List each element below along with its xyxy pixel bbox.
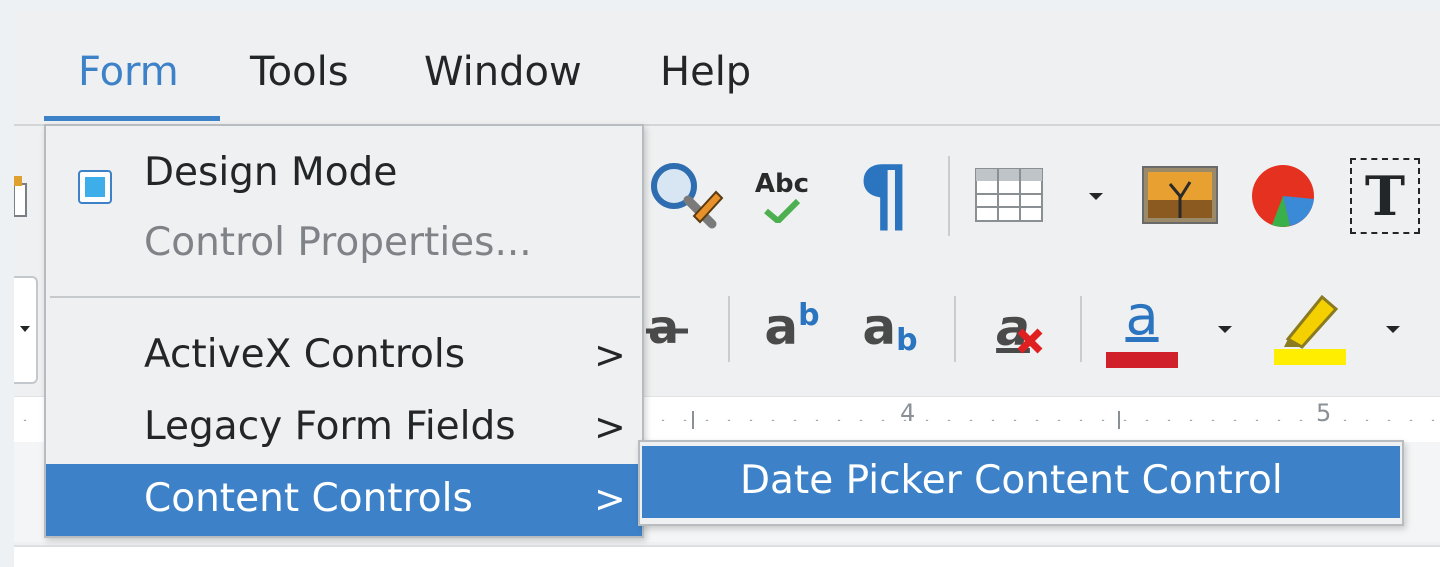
menu-tools[interactable]: Tools — [250, 46, 349, 98]
active-menu-underline — [44, 116, 220, 121]
document-page[interactable] — [14, 545, 1440, 567]
toolbar-separator — [948, 156, 950, 236]
menu-item-label: Legacy Form Fields — [144, 404, 516, 449]
toolbar-separator — [1080, 296, 1082, 362]
form-menu: Design Mode Control Properties... Active… — [44, 124, 644, 538]
menu-item-label: Date Picker Content Control — [740, 458, 1283, 503]
highlight-icon[interactable] — [1272, 280, 1348, 374]
ruler-tick — [1118, 411, 1120, 429]
menu-form[interactable]: Form — [78, 46, 179, 98]
font-color-swatch — [1106, 352, 1178, 368]
menu-item-content-controls[interactable]: Content Controls > — [46, 464, 642, 536]
menu-separator — [50, 296, 640, 298]
highlight-color-swatch — [1274, 349, 1346, 365]
design-mode-checkbox[interactable] — [78, 170, 112, 204]
spelling-icon-text: Abc — [754, 169, 810, 199]
ruler-label-4: 4 — [900, 399, 916, 427]
font-size-box[interactable] — [14, 276, 38, 384]
menu-item-label: Control Properties... — [144, 220, 532, 265]
find-replace-icon[interactable] — [644, 156, 724, 236]
clear-formatting-icon[interactable]: a — [980, 292, 1060, 364]
superscript-icon[interactable]: ab — [752, 292, 832, 362]
checkbox-check-fill — [85, 177, 105, 197]
menubar: Form Tools Window Help — [14, 10, 1440, 124]
insert-image-icon[interactable] — [1140, 160, 1220, 230]
menu-item-date-picker-content-control[interactable]: Date Picker Content Control — [642, 446, 1400, 518]
highlight-dropdown-arrow[interactable] — [1386, 326, 1400, 333]
subscript-icon[interactable]: ab — [850, 292, 930, 362]
spelling-icon[interactable]: Abc — [744, 156, 820, 236]
font-color-icon[interactable]: a — [1104, 280, 1180, 374]
writer-window: Form Tools Window Help Abc ¶ T a a b a b… — [14, 10, 1440, 567]
ruler-tick — [692, 411, 694, 429]
strikethrough-icon[interactable]: a — [644, 300, 694, 356]
ruler-label-5: 5 — [1316, 399, 1332, 427]
table-dropdown-arrow[interactable] — [1089, 193, 1103, 200]
menu-item-label: Content Controls — [144, 476, 473, 521]
menu-item-design-mode[interactable]: Design Mode — [46, 140, 642, 212]
svg-text:a: a — [648, 303, 679, 353]
chevron-right-icon: > — [594, 477, 626, 521]
menu-window[interactable]: Window — [424, 46, 582, 98]
insert-chart-icon[interactable] — [1246, 156, 1320, 236]
insert-table-icon[interactable] — [972, 160, 1046, 230]
content-controls-submenu: Date Picker Content Control — [638, 440, 1404, 526]
menu-item-legacy-form-fields[interactable]: Legacy Form Fields > — [46, 392, 642, 464]
font-color-dropdown-arrow[interactable] — [1218, 326, 1232, 333]
toolbar-separator — [954, 296, 956, 362]
chevron-right-icon: > — [594, 405, 626, 449]
menu-item-activex-controls[interactable]: ActiveX Controls > — [46, 320, 642, 392]
insert-textbox-icon[interactable]: T — [1350, 158, 1420, 234]
chevron-right-icon: > — [594, 333, 626, 377]
menu-help[interactable]: Help — [660, 46, 751, 98]
toolbar-separator — [728, 296, 730, 362]
menu-item-label: ActiveX Controls — [144, 332, 466, 377]
menu-item-control-properties: Control Properties... — [46, 214, 642, 286]
edit-doc-icon[interactable] — [14, 166, 28, 226]
menu-item-label: Design Mode — [144, 150, 398, 195]
formatting-marks-icon[interactable]: ¶ — [854, 148, 914, 244]
